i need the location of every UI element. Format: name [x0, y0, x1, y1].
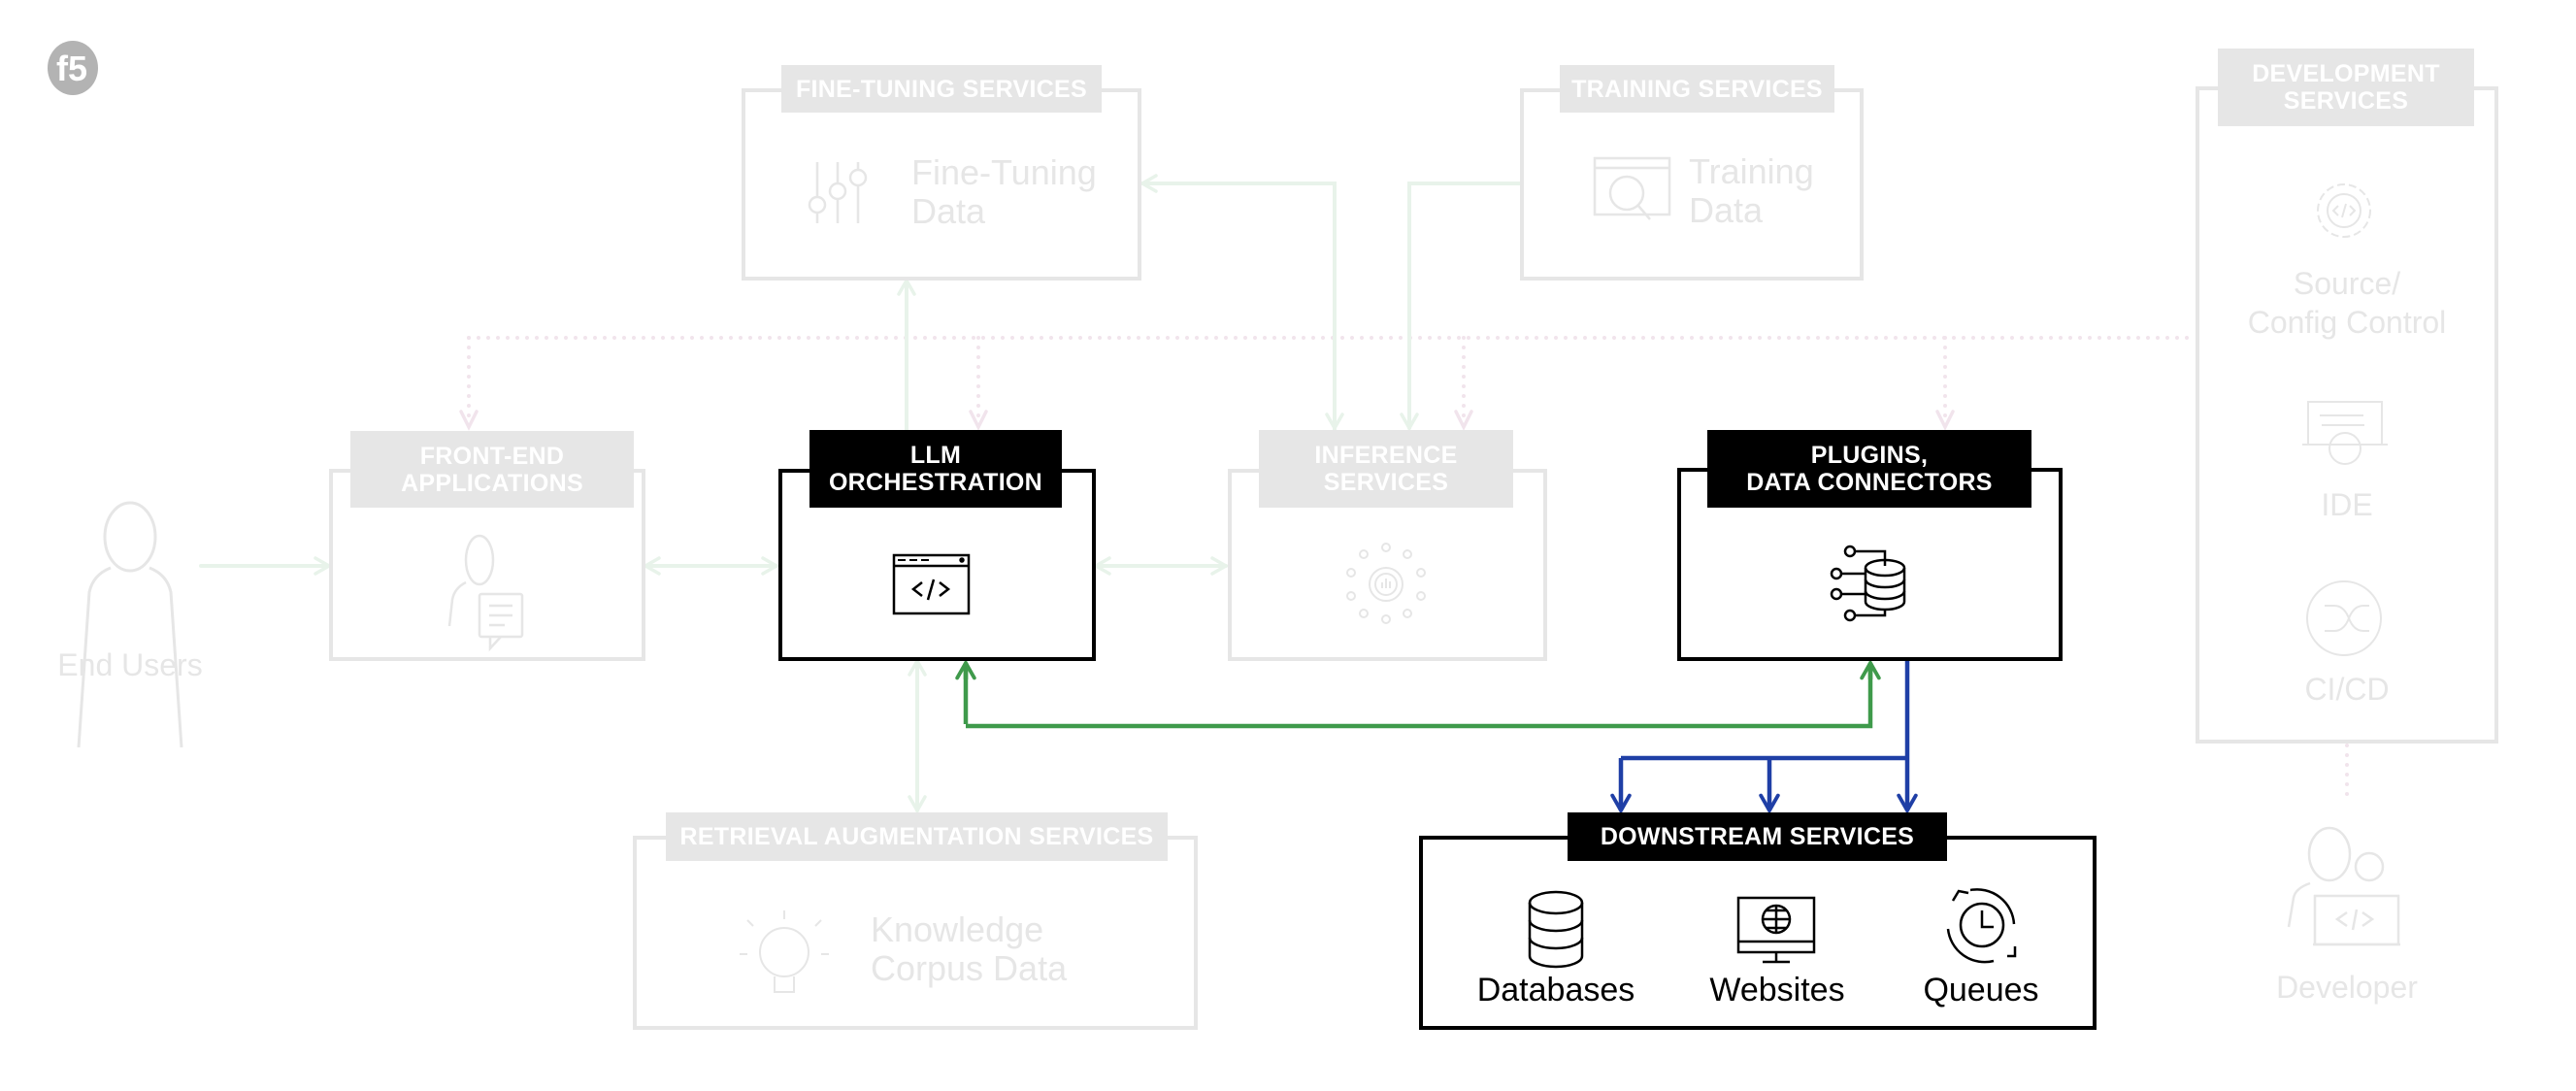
fine-tuning-services-title: FINE-TUNING SERVICES	[781, 65, 1102, 113]
arrow-training-to-inference	[1409, 182, 1522, 430]
knowledge-corpus-line2: Corpus Data	[871, 948, 1068, 988]
front-end-applications-title: FRONT-END APPLICATIONS	[350, 431, 634, 508]
plugins-data-connectors-title: PLUGINS, DATA CONNECTORS	[1707, 430, 2031, 508]
development-services-box[interactable]	[2196, 86, 2498, 744]
green-arrow-llm-plugins	[963, 663, 1873, 729]
end-users-label: End Users	[57, 647, 203, 682]
ide-label: IDE	[2321, 487, 2373, 522]
ci-cd-label: CI/CD	[2304, 672, 2390, 707]
fine-tuning-data-line2: Data	[911, 191, 986, 231]
knowledge-corpus-line1: Knowledge	[871, 909, 1044, 949]
downstream-item-queues[interactable]: Queues	[1884, 971, 2078, 1009]
source-config-line2: Config Control	[2247, 305, 2447, 340]
llm-orchestration-title: LLM ORCHESTRATION	[809, 430, 1062, 508]
developer-label: Developer	[2276, 970, 2418, 1005]
f5-logo-text: f5	[56, 49, 87, 88]
development-services-title: DEVELOPMENT SERVICES	[2218, 49, 2474, 126]
downstream-services-title: DOWNSTREAM SERVICES	[1568, 812, 1947, 861]
fine-tuning-data-line1: Fine-Tuning	[911, 152, 1097, 192]
arrow-inference-to-fine-tuning	[1140, 183, 1337, 432]
source-config-line1: Source/	[2293, 266, 2401, 301]
training-data-line2: Data	[1689, 190, 1764, 230]
developer-icon	[2287, 826, 2400, 946]
end-users-icon	[77, 501, 183, 748]
inference-services-title: INFERENCE SERVICES	[1259, 430, 1513, 508]
training-data-line1: Training	[1689, 151, 1814, 191]
downstream-item-databases[interactable]: Databases	[1459, 971, 1653, 1009]
training-services-title: TRAINING SERVICES	[1560, 65, 1834, 113]
f5-logo: f5	[48, 41, 98, 95]
retrieval-augmentation-services-title: RETRIEVAL AUGMENTATION SERVICES	[666, 812, 1168, 861]
downstream-item-websites[interactable]: Websites	[1680, 971, 1874, 1009]
blue-arrows-plugins-downstream	[1621, 661, 1907, 810]
